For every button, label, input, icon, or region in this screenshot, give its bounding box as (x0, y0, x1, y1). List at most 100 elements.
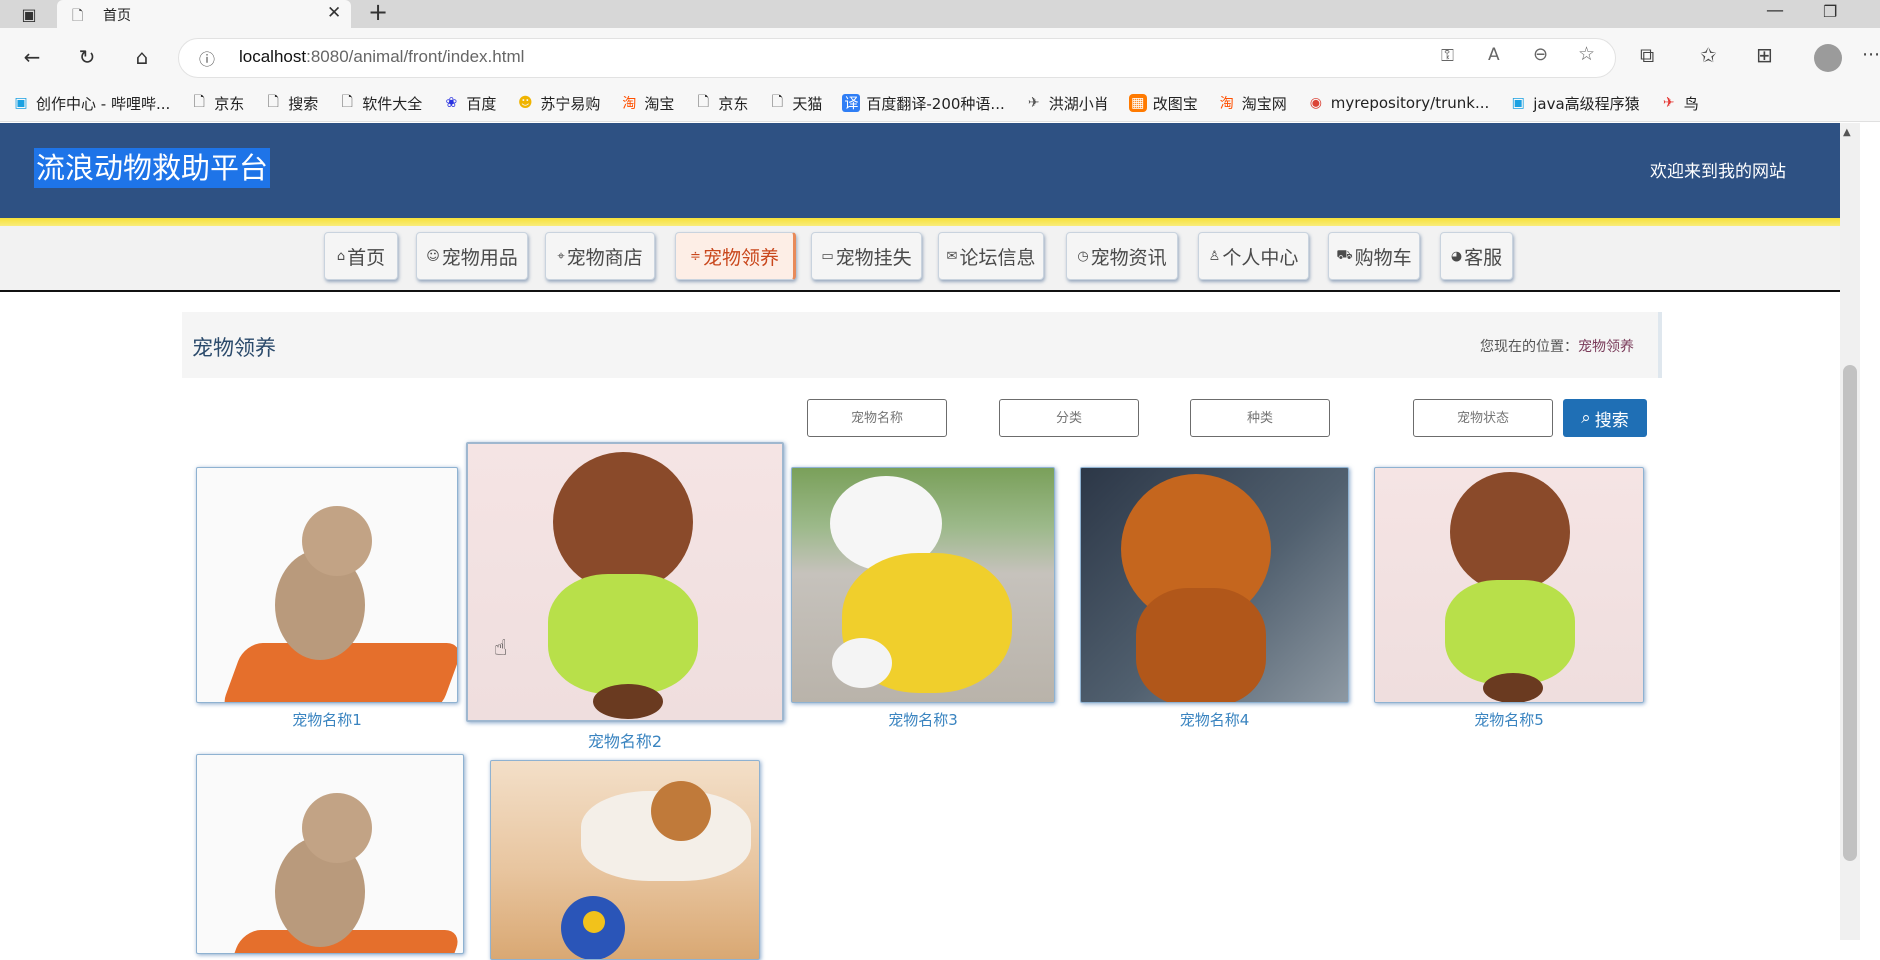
pet-name-input[interactable] (807, 399, 947, 437)
pet-card[interactable]: 宠物名称1 (196, 467, 458, 731)
nav-user-center[interactable]: ♙ 个人中心 (1198, 232, 1309, 280)
nav-lost-pets[interactable]: ▭ 宠物挂失 (811, 232, 922, 280)
favorite-item[interactable]: ◉ myrepository/trunk... (1307, 94, 1490, 112)
hand-cursor-icon: ☝ (494, 636, 508, 661)
header-stripe (0, 218, 1840, 226)
bilibili-icon: ▣ (1511, 95, 1525, 111)
pet-photo[interactable] (490, 760, 760, 960)
search-icon: ⌕ (1581, 408, 1591, 428)
search-button[interactable]: ⌕ 搜索 (1563, 399, 1647, 437)
page-icon: 🗋 (341, 94, 353, 110)
favorite-item[interactable]: ▣ java高级程序猿 (1509, 93, 1640, 114)
favorite-item[interactable]: ❀ 百度 (442, 93, 496, 114)
close-tab-icon[interactable]: ✕ (327, 3, 341, 23)
breadcrumb: 您现在的位置：宠物领养 (1480, 339, 1634, 355)
favorites-icon[interactable]: ✩ (1700, 43, 1717, 67)
species-input[interactable] (1190, 399, 1330, 437)
mail-icon: ✉ (946, 248, 958, 264)
pet-photo[interactable] (466, 442, 784, 722)
favorite-item[interactable]: 🗋 京东 (190, 93, 245, 114)
pet-face-icon: ☺ (426, 248, 440, 264)
pet-card[interactable]: 宠物名称5 (1374, 467, 1644, 731)
minimize-icon[interactable]: — (1766, 0, 1784, 21)
reload-icon[interactable]: ↻ (70, 40, 104, 74)
bird-icon: ✈ (1662, 95, 1675, 111)
favorite-item[interactable]: 🗋 京东 (694, 93, 749, 114)
new-tab-icon[interactable]: + (368, 0, 388, 26)
extensions-icon[interactable]: ⧉ (1640, 43, 1654, 67)
pet-photo[interactable] (196, 467, 458, 703)
collections-icon[interactable]: ⊞ (1756, 43, 1773, 67)
taobao-icon: 淘 (622, 96, 637, 112)
favorite-item[interactable]: 🗋 软件大全 (338, 93, 423, 114)
favorite-item[interactable]: 淘淘宝网 (1218, 93, 1287, 114)
translate-icon: 译 (842, 94, 861, 112)
user-icon: ♙ (1208, 248, 1221, 264)
pet-photo[interactable] (196, 754, 464, 954)
pet-name[interactable]: 宠物名称2 (466, 728, 784, 752)
nav-service[interactable]: ◕ 客服 (1440, 232, 1513, 280)
nav-home[interactable]: ⌂ 首页 (324, 232, 398, 280)
page-icon: 🗋 (771, 94, 783, 110)
nav-pet-supplies[interactable]: ☺ 宠物用品 (416, 232, 528, 280)
address-url[interactable]: localhost:8080/animal/front/index.html (239, 47, 524, 67)
category-input[interactable] (999, 399, 1139, 437)
read-aloud-icon[interactable]: A (1488, 45, 1500, 65)
breadcrumb-current[interactable]: 宠物领养 (1578, 339, 1634, 355)
suning-icon: ☻ (518, 95, 533, 111)
pet-name[interactable]: 宠物名称3 (791, 709, 1055, 730)
pet-photo[interactable] (1374, 467, 1644, 703)
favorite-item[interactable]: 译百度翻译-200种语... (842, 93, 1005, 114)
sliders-icon: ≑ (690, 248, 701, 264)
favorite-item[interactable]: ▦ 改图宝 (1128, 93, 1198, 114)
pet-photo[interactable] (1080, 467, 1349, 703)
pet-card[interactable] (490, 760, 760, 960)
scroll-thumb[interactable] (1843, 365, 1857, 861)
favorite-item[interactable]: 淘淘宝 (620, 93, 674, 114)
page-icon: 🗋 (267, 94, 279, 110)
nav-pet-adoption[interactable]: ≑ 宠物领养 (675, 232, 796, 280)
favorite-item[interactable]: ▣ 创作中心 - 哔哩哔... (12, 93, 170, 114)
home-icon[interactable]: ⌂ (125, 40, 159, 74)
favorite-item[interactable]: ☻ 苏宁易购 (516, 93, 600, 114)
pet-name[interactable]: 宠物名称4 (1080, 709, 1349, 730)
favorite-item[interactable]: ✈ 鸟 (1660, 93, 1699, 114)
favorite-item[interactable]: 🗋 天猫 (768, 93, 823, 114)
nav-pet-news[interactable]: ◷ 宠物资讯 (1066, 232, 1178, 280)
profile-avatar[interactable] (1814, 44, 1842, 72)
favorite-star-icon[interactable]: ☆ (1578, 43, 1595, 65)
pet-photo[interactable] (791, 467, 1055, 703)
more-menu-icon[interactable]: ⋯ (1862, 44, 1880, 65)
pet-status-input[interactable] (1413, 399, 1553, 437)
back-icon[interactable]: ← (15, 40, 49, 74)
pet-card[interactable]: 宠物名称3 (791, 467, 1055, 731)
scroll-up-icon[interactable]: ▲ (1843, 127, 1851, 138)
info-icon[interactable]: ⓘ (199, 46, 215, 70)
nav-pet-store[interactable]: ⌖ 宠物商店 (545, 232, 655, 280)
tab-actions-icon[interactable]: ▣ (12, 0, 46, 31)
key-icon[interactable]: ⚿ (1441, 46, 1454, 66)
nav-forum[interactable]: ✉ 论坛信息 (938, 232, 1044, 280)
page-icon: 🗋 (193, 94, 205, 110)
zoom-out-icon[interactable]: ⊖ (1533, 44, 1548, 65)
nav-cart[interactable]: ⛟ 购物车 (1328, 232, 1420, 280)
taobao-icon: 淘 (1219, 96, 1234, 112)
chrome-icon: ◉ (1309, 95, 1322, 111)
tag-icon: ⌖ (557, 248, 565, 264)
pet-name[interactable]: 宠物名称5 (1374, 709, 1644, 730)
favorite-item[interactable]: ✈ 洪湖小肖 (1025, 93, 1109, 114)
cart-icon: ⛟ (1336, 247, 1353, 263)
pet-card[interactable]: 宠物名称4 (1080, 467, 1349, 731)
tab-title: 首页 (103, 7, 131, 23)
breadcrumb-panel (182, 312, 1662, 378)
browser-tab[interactable] (57, 0, 351, 28)
home-icon: ⌂ (336, 248, 346, 264)
restore-icon[interactable]: ❐ (1823, 2, 1837, 21)
pet-card[interactable] (196, 754, 464, 954)
favorite-item[interactable]: 🗋 搜索 (264, 93, 319, 114)
pet-card[interactable]: 宠物名称2 (466, 442, 784, 752)
pet-name[interactable]: 宠物名称1 (196, 709, 458, 730)
page-icon: 🗋 (72, 8, 84, 24)
chat-icon: ◕ (1450, 248, 1463, 264)
baidu-icon: ❀ (445, 95, 458, 111)
